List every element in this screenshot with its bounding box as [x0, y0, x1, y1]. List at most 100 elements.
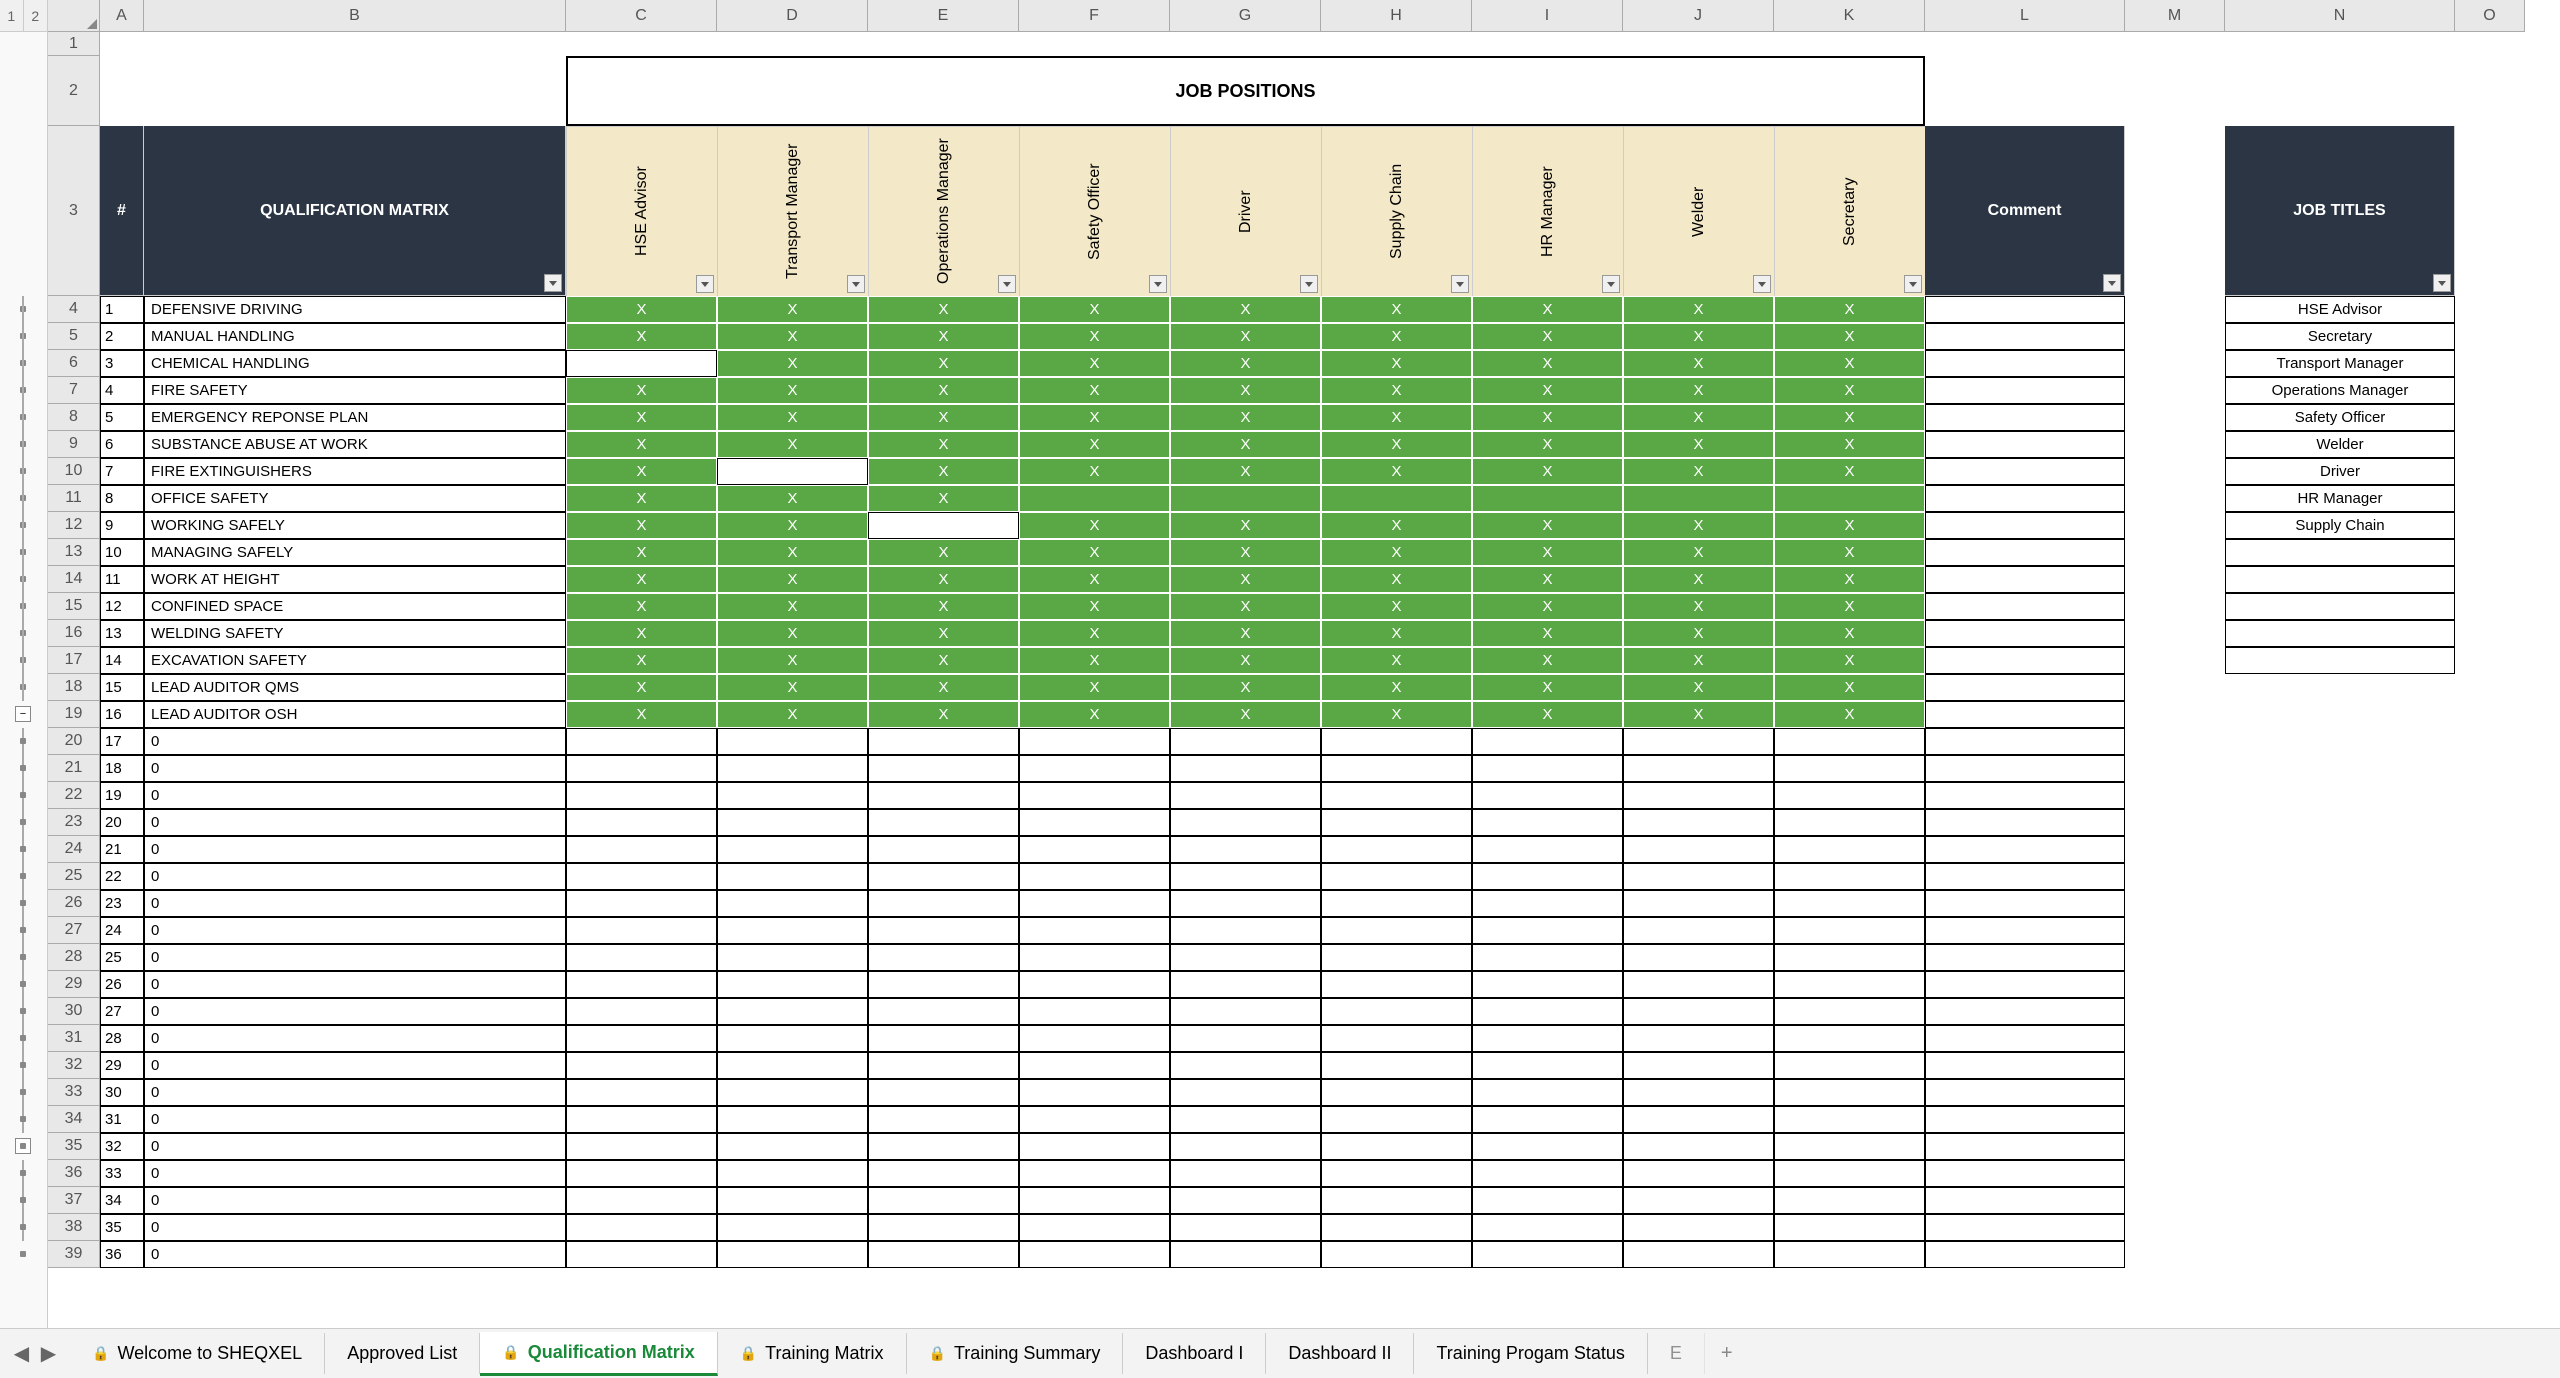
empty-x-34-2[interactable]: [868, 1187, 1019, 1214]
jobtitle-7[interactable]: HR Manager: [2225, 485, 2455, 512]
empty-x-29-4[interactable]: [1170, 1052, 1321, 1079]
empty-x-28-1[interactable]: [717, 1025, 868, 1052]
empty-x-29-7[interactable]: [1623, 1052, 1774, 1079]
qual-name-8[interactable]: OFFICE SAFETY: [144, 485, 566, 512]
qual-x-14-8[interactable]: X: [1774, 647, 1925, 674]
sheet-tab-7[interactable]: Training Progam Status: [1414, 1333, 1647, 1374]
qual-x-5-2[interactable]: X: [868, 404, 1019, 431]
empty-x-24-4[interactable]: [1170, 917, 1321, 944]
qual-x-3-5[interactable]: X: [1321, 350, 1472, 377]
qual-name-5[interactable]: EMERGENCY REPONSE PLAN: [144, 404, 566, 431]
empty-x-20-5[interactable]: [1321, 809, 1472, 836]
row-header-22[interactable]: 22: [48, 782, 100, 809]
empty-x-30-0[interactable]: [566, 1079, 717, 1106]
empty-x-29-1[interactable]: [717, 1052, 868, 1079]
qual-name-3[interactable]: CHEMICAL HANDLING: [144, 350, 566, 377]
empty-x-33-4[interactable]: [1170, 1160, 1321, 1187]
empty-x-31-4[interactable]: [1170, 1106, 1321, 1133]
empty-x-17-3[interactable]: [1019, 728, 1170, 755]
empty-num-21[interactable]: 21: [100, 836, 144, 863]
qual-x-9-8[interactable]: X: [1774, 512, 1925, 539]
row-header-27[interactable]: 27: [48, 917, 100, 944]
empty-x-26-3[interactable]: [1019, 971, 1170, 998]
qual-name-2[interactable]: MANUAL HANDLING: [144, 323, 566, 350]
qual-name-12[interactable]: CONFINED SPACE: [144, 593, 566, 620]
empty-comment-35[interactable]: [1925, 1214, 2125, 1241]
empty-x-32-3[interactable]: [1019, 1133, 1170, 1160]
jobtitle-3[interactable]: Operations Manager: [2225, 377, 2455, 404]
sheet-tab-2[interactable]: 🔒Qualification Matrix: [480, 1332, 717, 1376]
qual-x-15-2[interactable]: X: [868, 674, 1019, 701]
empty-num-31[interactable]: 31: [100, 1106, 144, 1133]
empty-name-32[interactable]: 0: [144, 1133, 566, 1160]
empty-x-27-7[interactable]: [1623, 998, 1774, 1025]
qual-num-8[interactable]: 8: [100, 485, 144, 512]
empty-x-19-4[interactable]: [1170, 782, 1321, 809]
empty-x-23-3[interactable]: [1019, 890, 1170, 917]
comment-12[interactable]: [1925, 593, 2125, 620]
qual-x-8-7[interactable]: [1623, 485, 1774, 512]
qual-name-16[interactable]: LEAD AUDITOR OSH: [144, 701, 566, 728]
empty-x-22-2[interactable]: [868, 863, 1019, 890]
row-header-8[interactable]: 8: [48, 404, 100, 431]
empty-x-31-1[interactable]: [717, 1106, 868, 1133]
empty-x-34-6[interactable]: [1472, 1187, 1623, 1214]
empty-comment-31[interactable]: [1925, 1106, 2125, 1133]
empty-x-34-4[interactable]: [1170, 1187, 1321, 1214]
empty-num-36[interactable]: 36: [100, 1241, 144, 1268]
row-header-30[interactable]: 30: [48, 998, 100, 1025]
empty-x-31-2[interactable]: [868, 1106, 1019, 1133]
qual-x-14-2[interactable]: X: [868, 647, 1019, 674]
empty-x-18-4[interactable]: [1170, 755, 1321, 782]
row-header-12[interactable]: 12: [48, 512, 100, 539]
col-header-I[interactable]: I: [1472, 0, 1623, 32]
qual-x-16-0[interactable]: X: [566, 701, 717, 728]
empty-comment-30[interactable]: [1925, 1079, 2125, 1106]
qual-x-11-4[interactable]: X: [1170, 566, 1321, 593]
qual-x-10-8[interactable]: X: [1774, 539, 1925, 566]
empty-comment-19[interactable]: [1925, 782, 2125, 809]
empty-x-34-0[interactable]: [566, 1187, 717, 1214]
empty-x-33-8[interactable]: [1774, 1160, 1925, 1187]
filter-button[interactable]: [1904, 275, 1922, 293]
empty-x-26-0[interactable]: [566, 971, 717, 998]
qual-x-15-4[interactable]: X: [1170, 674, 1321, 701]
qual-x-7-3[interactable]: X: [1019, 458, 1170, 485]
empty-x-30-5[interactable]: [1321, 1079, 1472, 1106]
empty-x-33-0[interactable]: [566, 1160, 717, 1187]
qual-x-9-3[interactable]: X: [1019, 512, 1170, 539]
empty-x-34-7[interactable]: [1623, 1187, 1774, 1214]
row-header-21[interactable]: 21: [48, 755, 100, 782]
empty-name-17[interactable]: 0: [144, 728, 566, 755]
empty-comment-17[interactable]: [1925, 728, 2125, 755]
qual-x-9-4[interactable]: X: [1170, 512, 1321, 539]
row-header-37[interactable]: 37: [48, 1187, 100, 1214]
comment-5[interactable]: [1925, 404, 2125, 431]
comment-16[interactable]: [1925, 701, 2125, 728]
row-header-4[interactable]: 4: [48, 296, 100, 323]
empty-x-20-3[interactable]: [1019, 809, 1170, 836]
qual-num-6[interactable]: 6: [100, 431, 144, 458]
empty-num-28[interactable]: 28: [100, 1025, 144, 1052]
qual-x-5-6[interactable]: X: [1472, 404, 1623, 431]
sheet-tab-1[interactable]: Approved List: [325, 1333, 480, 1374]
empty-x-34-1[interactable]: [717, 1187, 868, 1214]
select-all-corner[interactable]: [48, 0, 100, 32]
empty-x-36-1[interactable]: [717, 1241, 868, 1268]
jobtitle-empty-3[interactable]: [2225, 620, 2455, 647]
empty-x-28-8[interactable]: [1774, 1025, 1925, 1052]
empty-x-17-6[interactable]: [1472, 728, 1623, 755]
empty-x-23-5[interactable]: [1321, 890, 1472, 917]
qual-x-4-6[interactable]: X: [1472, 377, 1623, 404]
col-header-H[interactable]: H: [1321, 0, 1472, 32]
empty-x-23-6[interactable]: [1472, 890, 1623, 917]
empty-x-34-5[interactable]: [1321, 1187, 1472, 1214]
qual-name-7[interactable]: FIRE EXTINGUISHERS: [144, 458, 566, 485]
qual-x-7-5[interactable]: X: [1321, 458, 1472, 485]
empty-x-35-8[interactable]: [1774, 1214, 1925, 1241]
empty-x-22-5[interactable]: [1321, 863, 1472, 890]
empty-comment-32[interactable]: [1925, 1133, 2125, 1160]
empty-comment-27[interactable]: [1925, 998, 2125, 1025]
qual-x-9-0[interactable]: X: [566, 512, 717, 539]
qual-x-5-5[interactable]: X: [1321, 404, 1472, 431]
